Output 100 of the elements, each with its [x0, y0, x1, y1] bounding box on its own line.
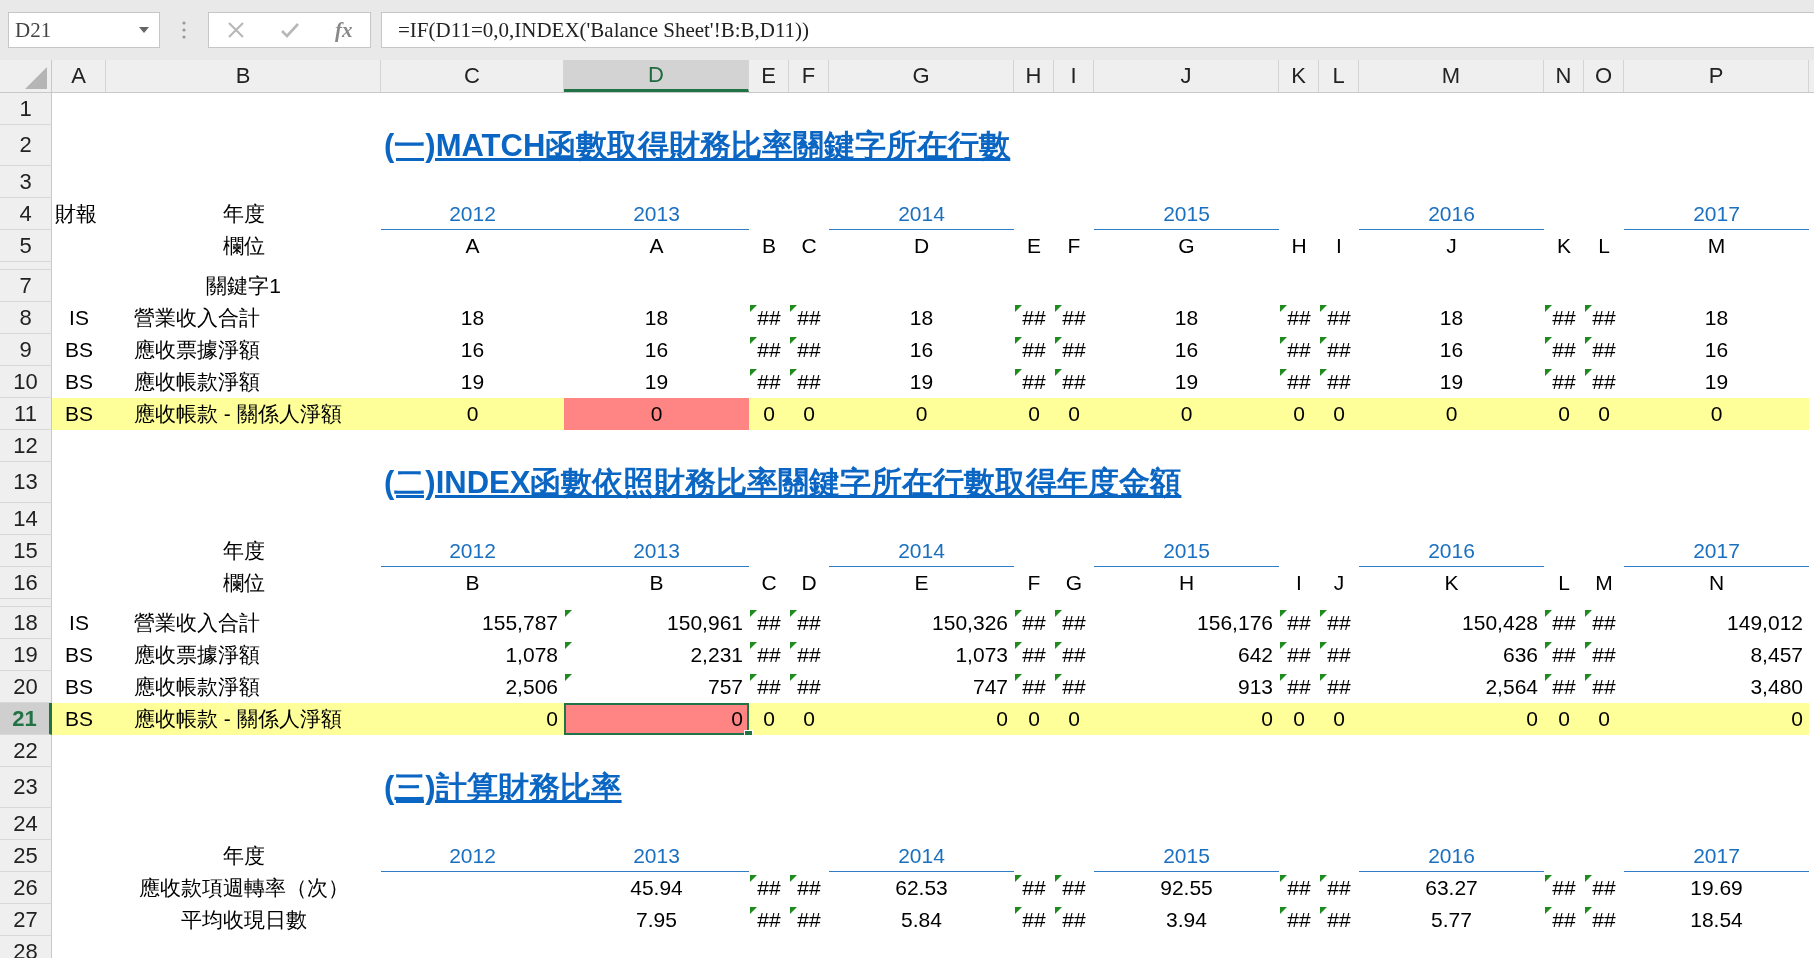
table-cell[interactable]: B — [381, 567, 564, 599]
table-cell[interactable]: ## — [1319, 334, 1359, 366]
table-cell[interactable]: ## — [789, 366, 829, 398]
table-cell[interactable]: ## — [1279, 671, 1319, 703]
table-cell[interactable]: K — [1544, 230, 1584, 262]
table-cell[interactable]: ## — [1054, 671, 1094, 703]
table-cell[interactable]: ## — [1014, 904, 1054, 936]
table-cell[interactable]: ## — [1279, 639, 1319, 671]
table-cell[interactable]: D — [829, 230, 1014, 262]
year-label[interactable]: 2017 — [1624, 198, 1809, 230]
table-cell[interactable]: 0 — [1054, 398, 1094, 430]
table-cell[interactable]: E — [1014, 230, 1054, 262]
table-cell[interactable]: ## — [1584, 366, 1624, 398]
table-cell[interactable]: J — [1319, 567, 1359, 599]
table-cell[interactable]: ## — [1319, 872, 1359, 904]
table-cell[interactable]: ## — [1014, 607, 1054, 639]
table-cell[interactable]: 0 — [1094, 703, 1279, 735]
row-header[interactable]: 5 — [0, 230, 52, 262]
year-label[interactable]: 2014 — [829, 840, 1014, 872]
table-cell[interactable]: 0 — [381, 703, 564, 735]
table-cell[interactable]: ## — [1054, 872, 1094, 904]
table-cell[interactable]: ## — [749, 639, 789, 671]
year-label[interactable]: 2012 — [381, 198, 564, 230]
table-cell[interactable]: 年度 — [106, 198, 381, 230]
table-cell[interactable]: 16 — [381, 334, 564, 366]
table-cell[interactable]: ## — [1544, 607, 1584, 639]
table-cell[interactable]: ## — [1054, 334, 1094, 366]
table-cell[interactable]: 19 — [829, 366, 1014, 398]
column-header[interactable]: B — [106, 60, 381, 92]
table-cell[interactable]: ## — [749, 671, 789, 703]
table-cell[interactable]: 0 — [1584, 398, 1624, 430]
table-cell[interactable]: 636 — [1359, 639, 1544, 671]
column-header[interactable]: H — [1014, 60, 1054, 92]
table-cell[interactable]: ## — [1584, 302, 1624, 334]
table-cell[interactable]: 1,078 — [381, 639, 564, 671]
table-cell[interactable]: 應收票據淨額 — [106, 334, 381, 366]
row-header[interactable]: 21 — [0, 703, 52, 735]
table-cell[interactable]: ## — [1054, 302, 1094, 334]
table-cell[interactable]: 18.54 — [1624, 904, 1809, 936]
table-cell[interactable]: ## — [1014, 872, 1054, 904]
table-cell[interactable]: 0 — [1319, 398, 1359, 430]
column-header[interactable]: M — [1359, 60, 1544, 92]
table-cell[interactable]: M — [1584, 567, 1624, 599]
table-cell[interactable]: ## — [1544, 639, 1584, 671]
table-cell[interactable]: 應收帳款淨額 — [106, 366, 381, 398]
table-cell[interactable]: 0 — [789, 398, 829, 430]
table-cell[interactable]: BS — [52, 398, 106, 430]
table-cell[interactable]: ## — [1054, 639, 1094, 671]
column-header[interactable]: D — [564, 60, 749, 92]
year-label[interactable]: 2012 — [381, 840, 564, 872]
formula-field[interactable]: =IF(D11=0,0,INDEX('Balance Sheet'!B:B,D11)) — [381, 12, 1814, 48]
table-cell[interactable]: 5.84 — [829, 904, 1014, 936]
table-cell[interactable]: ## — [1319, 671, 1359, 703]
year-label[interactable]: 2014 — [829, 535, 1014, 567]
table-cell[interactable]: ## — [789, 302, 829, 334]
table-cell[interactable]: ## — [749, 607, 789, 639]
table-cell[interactable]: BS — [52, 671, 106, 703]
row-header[interactable]: 28 — [0, 936, 52, 958]
table-cell[interactable]: 應收帳款 - 關係人淨額 — [106, 398, 381, 430]
table-cell[interactable]: 155,787 — [381, 607, 564, 639]
table-cell[interactable]: 149,012 — [1624, 607, 1809, 639]
table-cell[interactable]: ## — [1544, 366, 1584, 398]
year-label[interactable]: 2015 — [1094, 840, 1279, 872]
table-cell[interactable]: ## — [749, 334, 789, 366]
table-cell[interactable]: 150,428 — [1359, 607, 1544, 639]
table-cell[interactable]: 18 — [1094, 302, 1279, 334]
table-cell[interactable]: 0 — [1624, 398, 1809, 430]
row-header[interactable]: 9 — [0, 334, 52, 366]
table-cell[interactable]: ## — [789, 334, 829, 366]
select-all-icon[interactable] — [25, 67, 47, 89]
table-cell[interactable]: ## — [1279, 334, 1319, 366]
year-label[interactable]: 2016 — [1359, 535, 1544, 567]
table-cell[interactable]: 年度 — [106, 840, 381, 872]
table-cell[interactable]: 156,176 — [1094, 607, 1279, 639]
row-header[interactable]: 3 — [0, 166, 52, 198]
year-label[interactable]: 2013 — [564, 840, 749, 872]
table-cell[interactable]: ## — [749, 904, 789, 936]
table-cell[interactable]: ## — [1584, 872, 1624, 904]
row-header[interactable] — [0, 599, 52, 607]
table-cell[interactable]: 18 — [1359, 302, 1544, 334]
table-cell[interactable]: C — [749, 567, 789, 599]
table-cell[interactable]: 19 — [381, 366, 564, 398]
table-cell[interactable]: 0 — [789, 703, 829, 735]
table-cell[interactable]: 642 — [1094, 639, 1279, 671]
table-cell[interactable]: 0 — [749, 703, 789, 735]
table-cell[interactable]: ## — [1584, 904, 1624, 936]
year-label[interactable]: 2016 — [1359, 198, 1544, 230]
table-cell[interactable]: 150,961 — [564, 607, 749, 639]
row-header[interactable]: 4 — [0, 198, 52, 230]
table-cell[interactable]: 150,326 — [829, 607, 1014, 639]
row-header[interactable]: 8 — [0, 302, 52, 334]
table-cell[interactable]: 0 — [1014, 398, 1054, 430]
column-header[interactable]: P — [1624, 60, 1809, 92]
row-header[interactable]: 26 — [0, 872, 52, 904]
table-cell[interactable]: 16 — [564, 334, 749, 366]
table-cell[interactable]: F — [1014, 567, 1054, 599]
table-cell[interactable]: 2,564 — [1359, 671, 1544, 703]
table-cell[interactable]: 應收帳款淨額 — [106, 671, 381, 703]
table-cell[interactable]: 0 — [1279, 703, 1319, 735]
table-cell[interactable]: ## — [1014, 334, 1054, 366]
